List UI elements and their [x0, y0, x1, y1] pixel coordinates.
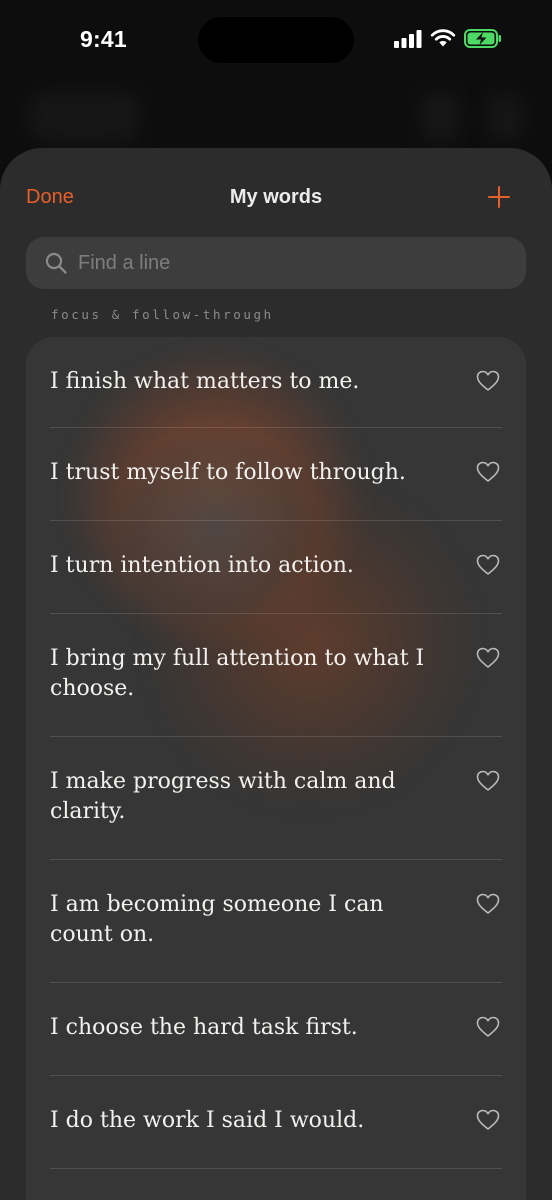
done-button[interactable]: Done	[26, 186, 74, 209]
heart-icon[interactable]	[476, 1109, 500, 1131]
list-item[interactable]: I finish what matters to me.	[50, 337, 502, 428]
item-text: I make progress with calm and clarity.	[50, 769, 396, 824]
background-blur	[488, 92, 522, 142]
search-icon	[45, 252, 67, 274]
battery-charging-icon	[464, 29, 501, 48]
plus-icon[interactable]	[486, 184, 512, 210]
status-time: 9:41	[80, 26, 127, 52]
wifi-icon	[430, 29, 456, 47]
item-text: I finish what matters to me.	[50, 369, 360, 394]
background-blur	[30, 92, 140, 142]
list-item[interactable]: I choose the hard task first.	[50, 983, 502, 1076]
status-bar: 9:41	[0, 0, 552, 86]
item-text: I bring my full attention to what I choo…	[50, 646, 425, 701]
heart-icon[interactable]	[476, 461, 500, 483]
list-item[interactable]: I make progress with calm and clarity.	[50, 737, 502, 860]
heart-icon[interactable]	[476, 770, 500, 792]
list-item[interactable]: I am becoming someone I can count on.	[50, 860, 502, 983]
list-item[interactable]: I turn intention into action.	[50, 521, 502, 614]
heart-icon[interactable]	[476, 554, 500, 576]
status-icons	[394, 29, 502, 48]
heart-icon[interactable]	[476, 1016, 500, 1038]
sheet-title: My words	[229, 186, 323, 208]
item-text: I do the work I said I would.	[50, 1108, 365, 1133]
heart-icon[interactable]	[476, 370, 500, 392]
heart-icon[interactable]	[476, 647, 500, 669]
words-sheet: Done My words focus & follow-through I f…	[0, 148, 552, 1200]
words-card: I finish what matters to me. I trust mys…	[26, 337, 526, 1200]
item-text: I trust myself to follow through.	[50, 460, 406, 485]
item-text: I am becoming someone I can count on.	[50, 892, 384, 947]
search-field[interactable]	[26, 237, 526, 289]
search-input[interactable]	[78, 251, 478, 275]
heart-icon[interactable]	[476, 893, 500, 915]
item-text: I choose the hard task first.	[50, 1015, 358, 1040]
background-blur	[420, 92, 460, 142]
list-item[interactable]: I do the work I said I would.	[50, 1076, 502, 1169]
cellular-signal-icon	[394, 29, 422, 48]
list-item[interactable]: I trust myself to follow through.	[50, 428, 502, 521]
sheet-header: Done My words	[0, 148, 552, 236]
dynamic-island	[198, 17, 354, 63]
item-text: I turn intention into action.	[50, 553, 354, 578]
section-label: focus & follow-through	[51, 307, 274, 322]
list-item[interactable]: I bring my full attention to what I choo…	[50, 614, 502, 737]
